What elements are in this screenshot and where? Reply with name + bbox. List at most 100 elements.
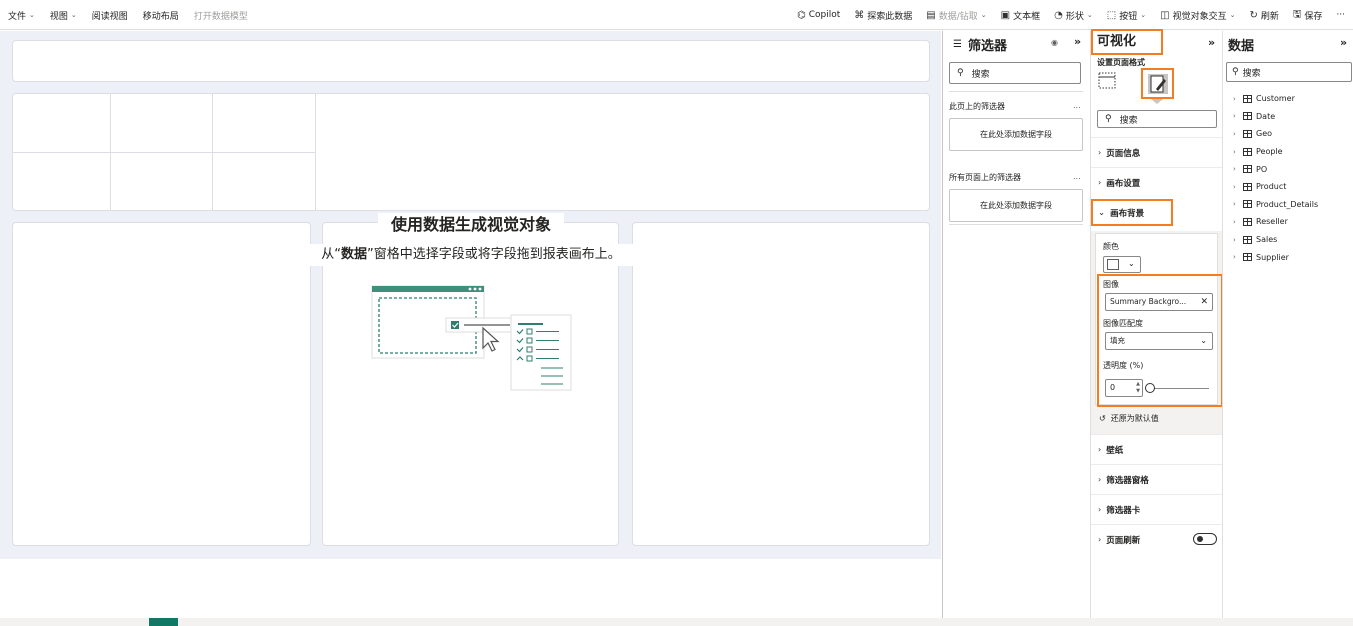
- filters-title: 筛选器: [967, 39, 1007, 54]
- drill-label: 数据/钻取: [938, 11, 978, 22]
- data-table-item[interactable]: › Date: [1233, 108, 1318, 126]
- active-page-tab[interactable]: [149, 618, 178, 626]
- close-icon[interactable]: ✕: [1200, 294, 1208, 310]
- color-picker[interactable]: ⌄: [1103, 256, 1141, 273]
- table-name: Date: [1256, 111, 1276, 121]
- transparency-label: 透明度 (%): [1103, 361, 1144, 370]
- table-icon: [1243, 182, 1252, 191]
- chevron-right-icon[interactable]: ›: [1233, 165, 1239, 173]
- buttons-button[interactable]: ⬚ 按钮 ⌄: [1107, 9, 1146, 22]
- data-table-item[interactable]: › Customer: [1233, 90, 1318, 108]
- data-search-input[interactable]: ⚲ 搜索: [1226, 62, 1352, 82]
- empty-sub-bold: 数据: [340, 247, 367, 262]
- open-data-model-button[interactable]: 打开数据模型: [194, 9, 248, 22]
- wallpaper-label: 壁纸: [1106, 445, 1124, 456]
- save-label: 保存: [1304, 11, 1323, 22]
- chevron-right-icon[interactable]: ›: [1233, 236, 1239, 244]
- reset-label: 还原为默认值: [1110, 414, 1159, 423]
- image-fit-dropdown[interactable]: 填充 ⌄: [1105, 332, 1213, 350]
- data-table-item[interactable]: › Supplier: [1233, 248, 1318, 266]
- data-table-item[interactable]: › PO: [1233, 160, 1318, 178]
- section-page-info[interactable]: › 页面信息: [1091, 137, 1223, 167]
- header-card: [12, 40, 930, 82]
- format-search-input[interactable]: ⚲ 搜索: [1097, 110, 1217, 128]
- empty-state-title: 使用数据生成视觉对象: [378, 213, 564, 237]
- divider: [949, 91, 1083, 92]
- chevron-right-icon: ›: [1098, 148, 1102, 157]
- page-refresh-toggle[interactable]: [1193, 533, 1217, 545]
- more-options-button[interactable]: ···: [1336, 10, 1345, 20]
- all-pages-more-button[interactable]: ...: [1073, 172, 1081, 181]
- copilot-label: Copilot: [808, 10, 841, 20]
- format-paintbrush-icon: [1148, 74, 1168, 94]
- filters-search-placeholder: 搜索: [971, 69, 990, 80]
- reading-view-button[interactable]: 阅读视图: [92, 9, 128, 22]
- transparency-slider-thumb[interactable]: [1145, 383, 1155, 393]
- save-button[interactable]: 🖫 保存: [1293, 7, 1323, 24]
- chevron-right-icon[interactable]: ›: [1233, 130, 1239, 138]
- build-visual-icon[interactable]: [1098, 71, 1116, 91]
- collapse-data-icon[interactable]: »: [1340, 36, 1347, 49]
- collapse-visualizations-icon[interactable]: »: [1208, 36, 1215, 49]
- data-table-item[interactable]: › Reseller: [1233, 213, 1318, 231]
- chevron-right-icon[interactable]: ›: [1233, 253, 1239, 261]
- data-table-item[interactable]: › Geo: [1233, 125, 1318, 143]
- format-page-tab[interactable]: [1141, 68, 1174, 99]
- this-page-more-button[interactable]: ...: [1073, 101, 1081, 110]
- color-swatch: [1107, 259, 1119, 270]
- chevron-right-icon[interactable]: ›: [1233, 218, 1239, 226]
- table-name: Reseller: [1256, 217, 1288, 227]
- mobile-layout-button[interactable]: 移动布局: [143, 9, 179, 22]
- data-table-item[interactable]: › Product: [1233, 178, 1318, 196]
- filters-search-input[interactable]: ⚲ 搜索: [949, 62, 1081, 84]
- section-canvas-settings[interactable]: › 画布设置: [1091, 167, 1223, 197]
- search-icon: ⚲: [957, 68, 964, 78]
- chevron-right-icon[interactable]: ›: [1233, 200, 1239, 208]
- chevron-right-icon[interactable]: ›: [1233, 95, 1239, 103]
- filter-pane-label: 筛选器窗格: [1106, 475, 1149, 486]
- report-canvas[interactable]: 使用数据生成视觉对象 从“数据”窗格中选择字段或将字段拖到报表画布上。: [0, 31, 941, 618]
- table-icon: [1243, 253, 1252, 262]
- data-table-item[interactable]: › People: [1233, 143, 1318, 161]
- section-wallpaper[interactable]: › 壁纸: [1091, 434, 1223, 464]
- image-input[interactable]: Summary Backgro... ✕: [1105, 293, 1213, 311]
- textbox-button[interactable]: ▣ 文本框: [1001, 9, 1040, 22]
- file-menu[interactable]: 文件 ⌄: [8, 9, 35, 22]
- data-table-item[interactable]: › Sales: [1233, 231, 1318, 249]
- section-canvas-background[interactable]: ⌄ 画布背景: [1091, 199, 1173, 226]
- transparency-stepper[interactable]: 0 ▲ ▼: [1105, 379, 1143, 397]
- section-filter-cards[interactable]: › 筛选器卡: [1091, 494, 1223, 524]
- page-tabs-bar: [0, 618, 1353, 626]
- filters-pane: ☰ 筛选器 ◉ » ⚲ 搜索 此页上的筛选器 ... 在此处添加数据字段 所有页…: [942, 31, 1089, 618]
- explore-data-button[interactable]: ⌘ 探索此数据: [854, 9, 912, 22]
- data-table-item[interactable]: › Product_Details: [1233, 196, 1318, 214]
- visual-interaction-button[interactable]: ◫ 视觉对象交互 ⌄: [1160, 9, 1235, 22]
- section-filter-pane[interactable]: › 筛选器窗格: [1091, 464, 1223, 494]
- reset-icon: ↺: [1099, 414, 1106, 423]
- image-settings-highlight: 图像 Summary Backgro... ✕ 图像匹配度 填充 ⌄ 透明度 (%)…: [1097, 274, 1223, 407]
- eye-icon[interactable]: ◉: [1051, 38, 1058, 47]
- table-name: Sales: [1256, 235, 1278, 245]
- stepper-arrows-icon[interactable]: ▲ ▼: [1136, 381, 1140, 395]
- table-icon: [1243, 165, 1252, 174]
- transparency-slider-track[interactable]: [1151, 388, 1209, 389]
- chevron-right-icon[interactable]: ›: [1233, 112, 1239, 120]
- view-menu-label: 视图: [49, 11, 68, 22]
- reset-to-default-button[interactable]: ↺ 还原为默认值: [1099, 413, 1159, 424]
- drill-button[interactable]: ▤ 数据/钻取 ⌄: [926, 9, 986, 22]
- section-page-refresh[interactable]: › 页面刷新: [1091, 524, 1223, 554]
- this-page-add-field-well[interactable]: 在此处添加数据字段: [949, 118, 1083, 151]
- chevron-right-icon[interactable]: ›: [1233, 148, 1239, 156]
- chevron-right-icon[interactable]: ›: [1233, 183, 1239, 191]
- collapse-filters-icon[interactable]: »: [1074, 35, 1081, 48]
- copilot-button[interactable]: ⌬ Copilot: [797, 10, 840, 21]
- all-pages-filters-label: 所有页面上的筛选器: [949, 173, 1021, 182]
- textbox-label: 文本框: [1013, 11, 1041, 22]
- refresh-button[interactable]: ↻ 刷新: [1249, 9, 1278, 22]
- table-name: Supplier: [1256, 252, 1289, 262]
- view-menu[interactable]: 视图 ⌄: [50, 9, 77, 22]
- kpi-divider: [315, 94, 316, 210]
- transparency-value: 0: [1110, 383, 1116, 392]
- all-pages-add-field-well[interactable]: 在此处添加数据字段: [949, 189, 1083, 222]
- shapes-button[interactable]: ◔ 形状 ⌄: [1054, 9, 1093, 22]
